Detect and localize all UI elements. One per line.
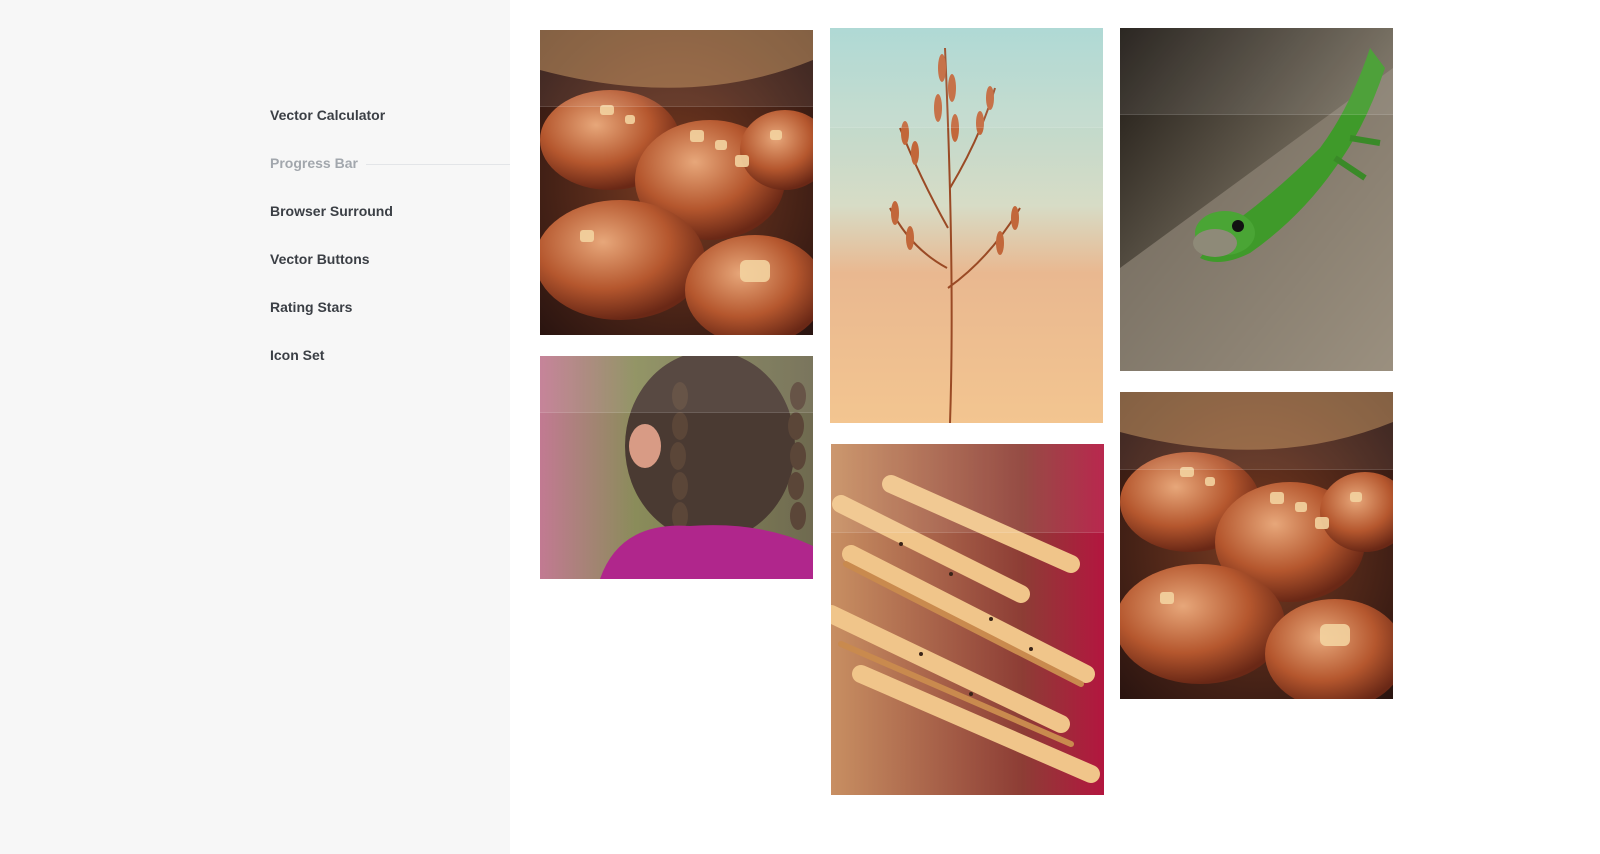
nav-item-label: Vector Buttons — [270, 251, 370, 267]
photo-overlay — [540, 30, 813, 108]
photo-overlay — [830, 28, 1103, 128]
nav-item-rating-stars[interactable]: Rating Stars — [270, 295, 510, 343]
gallery-photo-wheat[interactable] — [830, 28, 1103, 423]
sidebar: Vector Calculator Progress Bar Browser S… — [0, 0, 510, 854]
gallery-photo-braids[interactable] — [540, 356, 813, 579]
gallery-photo-pastries-2[interactable] — [1120, 392, 1393, 699]
nav-item-vector-calculator[interactable]: Vector Calculator — [270, 103, 510, 151]
nav-item-label: Icon Set — [270, 347, 325, 363]
nav-item-browser-surround[interactable]: Browser Surround — [270, 199, 510, 247]
page: Vector Calculator Progress Bar Browser S… — [0, 0, 1600, 854]
sidebar-nav: Vector Calculator Progress Bar Browser S… — [270, 103, 510, 391]
nav-item-label: Progress Bar — [270, 155, 358, 171]
gallery-photo-fries[interactable] — [831, 444, 1104, 795]
active-indicator-line — [366, 164, 510, 165]
nav-item-icon-set[interactable]: Icon Set — [270, 343, 510, 391]
nav-item-label: Vector Calculator — [270, 107, 386, 123]
gallery-photo-lizard[interactable] — [1120, 28, 1393, 371]
photo-overlay — [1120, 392, 1393, 470]
photo-overlay — [1120, 28, 1393, 115]
photo-overlay — [831, 444, 1104, 533]
nav-item-progress-bar[interactable]: Progress Bar — [270, 151, 510, 199]
photo-overlay — [540, 356, 813, 413]
gallery-photo-pastries[interactable] — [540, 30, 813, 335]
nav-item-vector-buttons[interactable]: Vector Buttons — [270, 247, 510, 295]
nav-item-label: Rating Stars — [270, 299, 353, 315]
nav-item-label: Browser Surround — [270, 203, 393, 219]
